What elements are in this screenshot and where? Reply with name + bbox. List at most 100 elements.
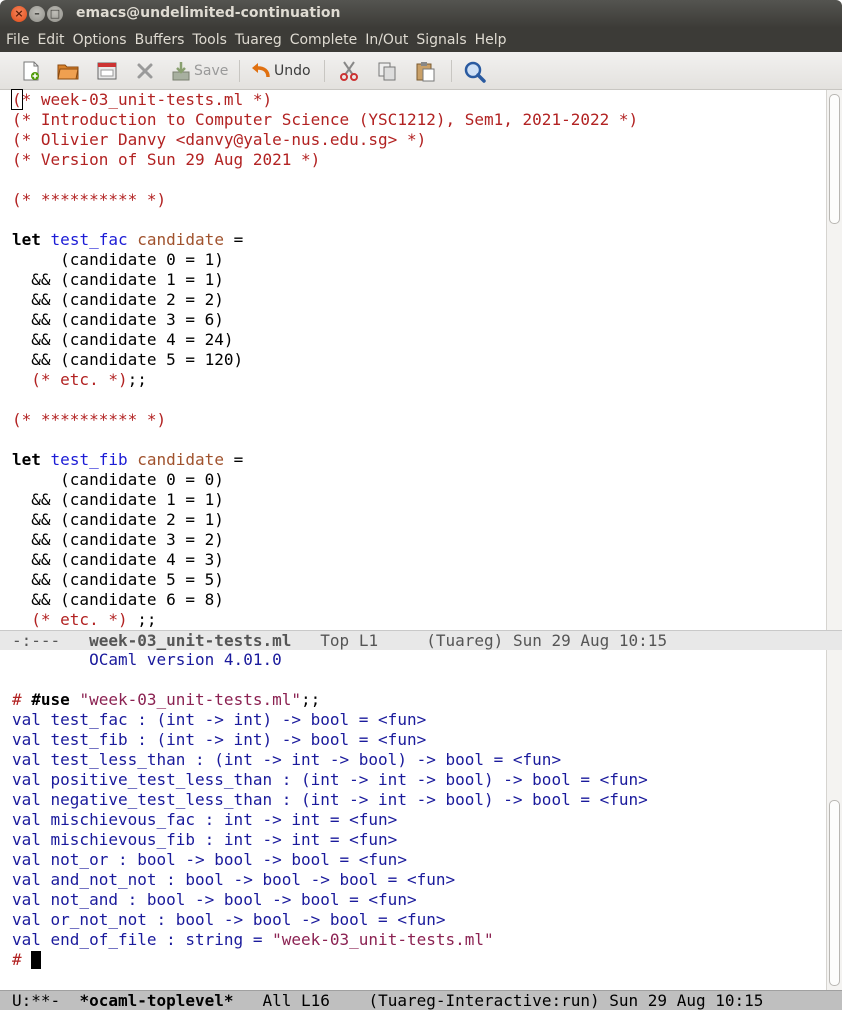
code-line: val mischievous_fib : int -> int = <fun>: [12, 830, 397, 850]
undo-icon: [250, 60, 272, 82]
code-line: (* ********** *): [12, 190, 166, 210]
menu-options[interactable]: Options: [69, 32, 131, 48]
code-line: val not_and : bool -> bool -> bool = <fu…: [12, 890, 417, 910]
code-line: OCaml version 4.01.0: [12, 650, 282, 670]
search-button[interactable]: [463, 59, 486, 83]
menu-tuareg[interactable]: Tuareg: [231, 32, 286, 48]
dired-button[interactable]: [96, 59, 118, 83]
point-cursor: (: [11, 89, 23, 110]
code-line: (* Olivier Danvy <danvy@yale-nus.edu.sg>…: [12, 130, 426, 150]
cut-button[interactable]: [338, 59, 360, 83]
code-token: candidate: [137, 230, 224, 249]
menu-signals[interactable]: Signals: [412, 32, 470, 48]
code-line: && (candidate 4 = 24): [12, 330, 234, 350]
paste-icon: [414, 60, 436, 82]
code-token: val or_not_not : bool -> bool -> bool = …: [12, 910, 446, 929]
code-token: candidate: [137, 450, 224, 469]
code-token: (* Introduction to Computer Science (YSC…: [12, 110, 639, 129]
code-line: (* Version of Sun 29 Aug 2021 *): [12, 150, 320, 170]
code-token: (* week-03_unit-tests.ml *): [11, 89, 273, 110]
code-line: val test_less_than : (int -> int -> bool…: [12, 750, 561, 770]
close-window-icon[interactable]: ×: [11, 6, 27, 22]
code-line: val mischievous_fac : int -> int = <fun>: [12, 810, 397, 830]
code-line: && (candidate 6 = 8): [12, 590, 224, 610]
modeline-status: U:**-: [12, 991, 61, 1010]
editor-scrollbar-thumb[interactable]: [829, 94, 840, 224]
editor-modeline[interactable]: -:--- week-03_unit-tests.ml Top L1 (Tuar…: [0, 630, 842, 650]
code-token: #use: [31, 690, 70, 709]
code-token: && (candidate 2 = 2): [12, 290, 224, 309]
close-buffer-button[interactable]: [134, 59, 156, 83]
menu-help[interactable]: Help: [471, 32, 511, 48]
code-token: val test_fib : (int -> int) -> bool = <f…: [12, 730, 427, 749]
open-file-button[interactable]: [56, 59, 79, 83]
code-token: val not_or : bool -> bool -> bool = <fun…: [12, 850, 407, 869]
code-line: val or_not_not : bool -> bool -> bool = …: [12, 910, 445, 930]
menu-complete[interactable]: Complete: [286, 32, 361, 48]
copy-button[interactable]: [376, 59, 398, 83]
new-file-icon: [20, 60, 42, 82]
code-token: (* etc. *): [31, 610, 128, 629]
close-buffer-icon: [134, 60, 156, 82]
code-token: && (candidate 1 = 1): [12, 270, 224, 289]
modeline-buffer-name[interactable]: week-03_unit-tests.ml: [89, 631, 291, 650]
code-token: ;;: [301, 690, 321, 709]
code-line: && (candidate 1 = 1): [12, 270, 224, 290]
code-token: && (candidate 4 = 24): [12, 330, 234, 349]
modeline-mode[interactable]: (Tuareg) Sun 29 Aug 10:15: [426, 631, 667, 650]
code-line: val end_of_file : string = "week-03_unit…: [12, 930, 494, 950]
toplevel-pane[interactable]: OCaml version 4.01.0 # #use "week-03_unit…: [0, 650, 826, 990]
menu-buffers[interactable]: Buffers: [131, 32, 189, 48]
code-token: (* Version of Sun 29 Aug 2021 *): [12, 150, 321, 169]
code-token: "week-03_unit-tests.ml": [79, 690, 301, 709]
editor-pane[interactable]: (* week-03_unit-tests.ml *) (* Introducti…: [0, 89, 826, 630]
menu-file[interactable]: File: [2, 32, 33, 48]
code-token: && (candidate 6 = 8): [12, 590, 224, 609]
new-file-button[interactable]: [20, 59, 42, 83]
code-token: && (candidate 5 = 5): [12, 570, 224, 589]
copy-icon: [376, 60, 398, 82]
cut-icon: [338, 60, 360, 82]
text-cursor: [31, 951, 42, 969]
editor-scrollbar[interactable]: [826, 90, 842, 630]
menu-tools[interactable]: Tools: [188, 32, 231, 48]
modeline-mode[interactable]: (Tuareg-Interactive:run) Sun 29 Aug 10:1…: [368, 991, 763, 1010]
undo-button[interactable]: Undo: [250, 59, 311, 83]
code-line: && (candidate 2 = 2): [12, 290, 224, 310]
window-titlebar[interactable]: × – □ emacs@undelimited-continuation: [0, 0, 842, 28]
code-line: && (candidate 5 = 120): [12, 350, 243, 370]
code-token: && (candidate 1 = 1): [12, 490, 224, 509]
menu-edit[interactable]: Edit: [33, 32, 68, 48]
open-folder-icon: [56, 60, 79, 82]
modeline-status: -:---: [12, 631, 61, 650]
save-icon: [170, 60, 192, 82]
minimize-window-icon[interactable]: –: [29, 6, 45, 22]
toplevel-scrollbar[interactable]: [826, 650, 842, 990]
window-title: emacs@undelimited-continuation: [76, 5, 341, 21]
paste-button[interactable]: [414, 59, 436, 83]
code-line: val and_not_not : bool -> bool -> bool =…: [12, 870, 455, 890]
modeline-buffer-name[interactable]: *ocaml-toplevel*: [79, 991, 233, 1010]
code-token: val positive_test_less_than : (int -> in…: [12, 770, 648, 789]
save-button[interactable]: Save: [170, 59, 228, 83]
maximize-window-icon[interactable]: □: [47, 6, 63, 22]
menu-in-out[interactable]: In/Out: [361, 32, 412, 48]
code-token: #: [12, 690, 32, 709]
toolbar-separator: [324, 60, 325, 82]
code-line: let test_fib candidate =: [12, 450, 243, 470]
code-line: #: [12, 950, 42, 970]
code-token: (* etc. *): [31, 370, 128, 389]
code-line: && (candidate 2 = 1): [12, 510, 224, 530]
toplevel-modeline[interactable]: U:**- *ocaml-toplevel* All L16 (Tuareg-I…: [0, 990, 842, 1010]
code-token: ;;: [127, 370, 147, 389]
code-token: =: [223, 450, 244, 469]
code-token: "week-03_unit-tests.ml": [272, 930, 494, 949]
toplevel-scrollbar-thumb[interactable]: [829, 800, 840, 986]
code-line: (* etc. *) ;;: [12, 610, 156, 630]
code-token: && (candidate 5 = 120): [12, 350, 244, 369]
code-line: && (candidate 3 = 6): [12, 310, 224, 330]
minibuffer[interactable]: [0, 1010, 842, 1032]
